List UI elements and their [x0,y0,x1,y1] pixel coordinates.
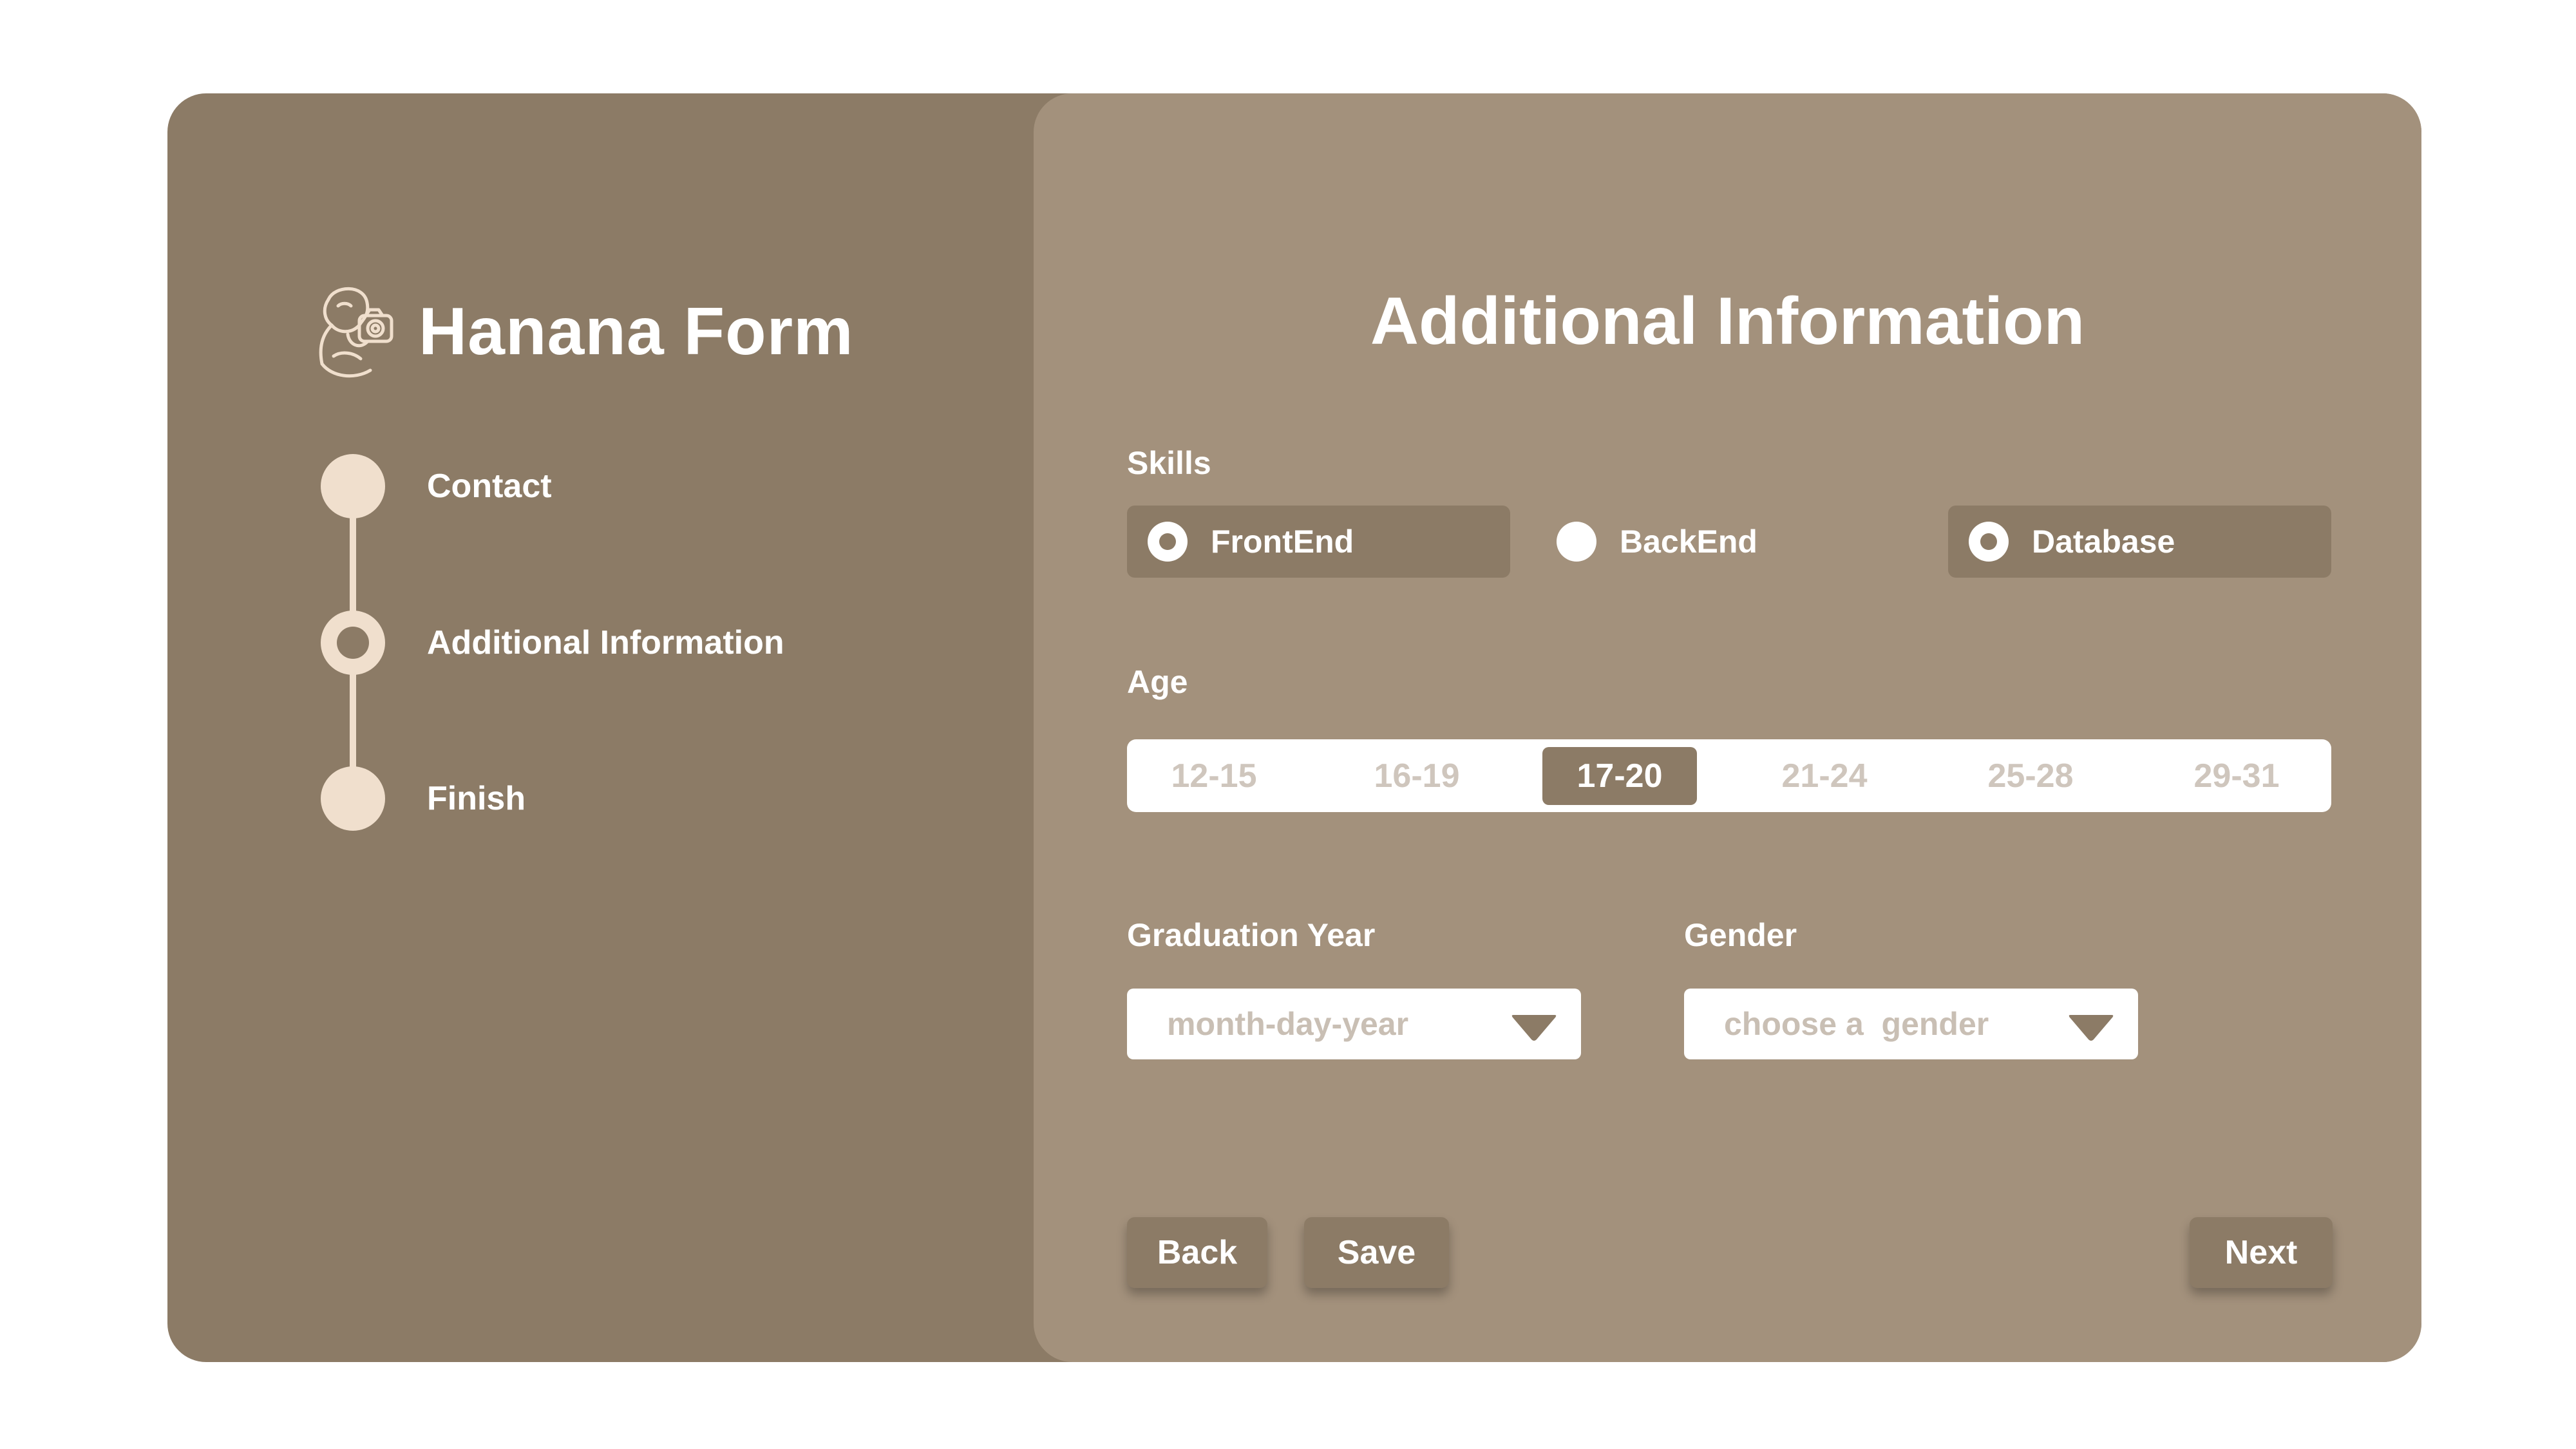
next-button[interactable]: Next [2190,1217,2333,1288]
form-panel: Additional Information Skills FrontEnd B… [1034,93,2421,1362]
graduation-year-label: Graduation Year [1127,917,1376,953]
step-finish[interactable]: Finish [321,766,526,831]
age-label: Age [1127,664,1188,700]
step-additional-information[interactable]: Additional Information [321,611,784,675]
age-option[interactable]: 21-24 [1747,747,1902,805]
step-label: Contact [427,468,552,505]
sidebar: Hanana Form Contact Additional Informati… [167,93,1069,1362]
step-pending-dot [321,766,385,831]
radio-checked-icon[interactable] [1148,522,1188,562]
chevron-down-icon[interactable] [1510,1011,1558,1043]
skill-label: Database [2032,524,2175,560]
brand: Hanana Form [303,280,854,383]
graduation-year-placeholder: month-day-year [1167,1006,1409,1042]
gender-placeholder: choose a gender [1724,1006,1989,1042]
age-option[interactable]: 25-28 [1953,747,2108,805]
step-current-dot [321,611,385,675]
skill-label: FrontEnd [1211,524,1354,560]
form-card: Hanana Form Contact Additional Informati… [167,93,2421,1362]
photographer-logo-icon [319,287,393,378]
age-option[interactable]: 29-31 [2159,747,2314,805]
page-title: Additional Information [1370,284,2085,359]
age-segmented-control: 12-15 16-19 17-20 21-24 25-28 29-31 [1127,739,2331,812]
radio-unchecked-icon[interactable] [1557,522,1596,562]
skills-label: Skills [1127,445,1211,481]
skill-label: BackEnd [1620,524,1757,560]
graduation-year-select[interactable]: month-day-year [1127,989,1581,1059]
skill-option-database[interactable]: Database [1948,506,2331,578]
gender-label: Gender [1684,917,1797,953]
step-label: Finish [427,780,526,817]
step-completed-dot [321,454,385,518]
age-option-selected[interactable]: 17-20 [1542,747,1697,805]
skill-option-backend[interactable]: BackEnd [1536,506,1919,578]
age-option[interactable]: 16-19 [1340,747,1494,805]
step-contact[interactable]: Contact [321,454,552,518]
radio-checked-icon[interactable] [1969,522,2009,562]
age-option[interactable]: 12-15 [1137,747,1291,805]
gender-select[interactable]: choose a gender [1684,989,2138,1059]
app-title: Hanana Form [419,294,854,369]
save-button[interactable]: Save [1304,1217,1449,1288]
skill-option-frontend[interactable]: FrontEnd [1127,506,1510,578]
back-button[interactable]: Back [1127,1217,1267,1288]
step-label: Additional Information [427,624,784,661]
chevron-down-icon[interactable] [2067,1011,2116,1043]
